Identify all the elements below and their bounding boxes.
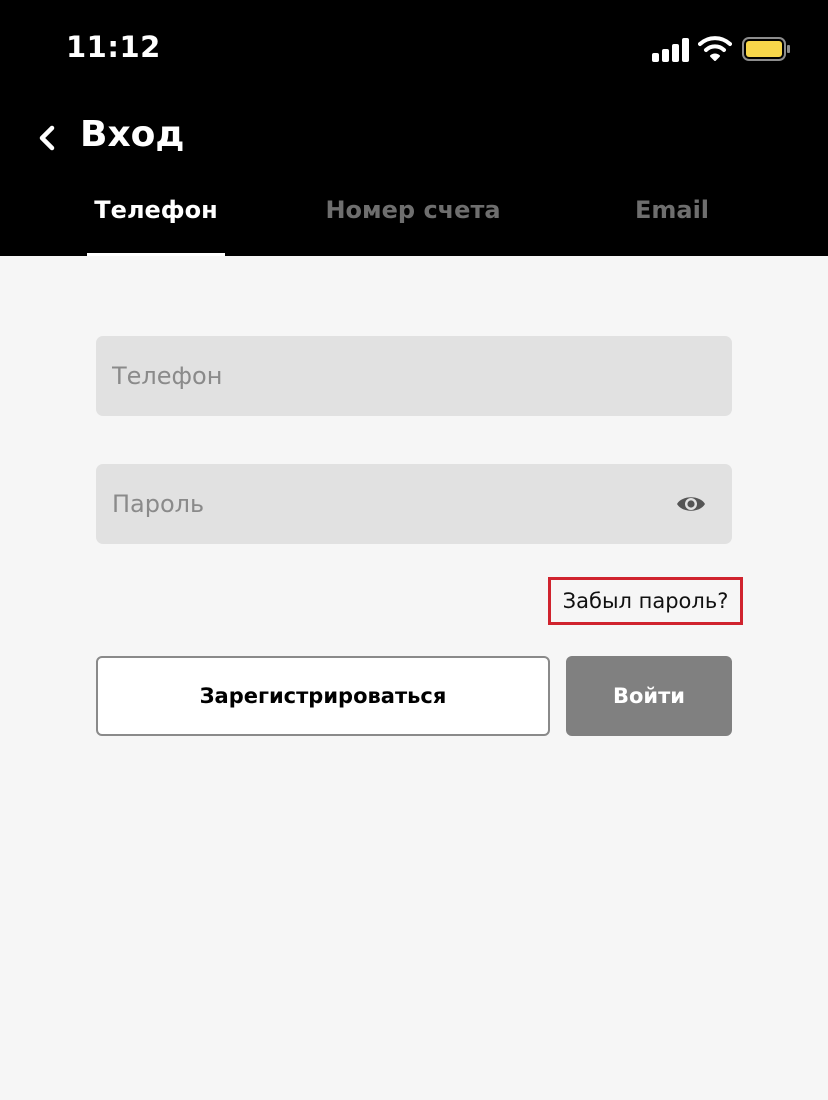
signal-icon: [652, 38, 692, 62]
password-field: [96, 464, 732, 544]
forgot-password-label: Забыл пароль?: [562, 589, 729, 613]
chevron-left-icon[interactable]: [30, 116, 66, 160]
tab-email[interactable]: Email: [618, 196, 726, 256]
tab-label: Номер счета: [325, 196, 501, 224]
page-title: Вход: [80, 114, 185, 155]
forgot-password-link[interactable]: Забыл пароль?: [548, 577, 743, 625]
login-button[interactable]: Войти: [566, 656, 732, 736]
wifi-icon: [698, 36, 732, 61]
battery-icon: [742, 37, 790, 61]
eye-icon[interactable]: [676, 491, 706, 517]
phone-input[interactable]: [96, 336, 732, 416]
header: 11:12 Вход Телефон Номер счета Email: [0, 0, 828, 256]
register-button-label: Зарегистрироваться: [199, 684, 447, 708]
status-time: 11:12: [66, 30, 161, 64]
tab-active-indicator: [87, 253, 225, 256]
register-button[interactable]: Зарегистрироваться: [96, 656, 550, 736]
phone-field: [96, 336, 732, 416]
tab-account-number[interactable]: Номер счета: [320, 196, 506, 256]
tab-phone[interactable]: Телефон: [87, 196, 225, 256]
password-input[interactable]: [96, 464, 732, 544]
tab-label: Телефон: [94, 196, 218, 224]
login-button-label: Войти: [612, 684, 686, 708]
tab-label: Email: [634, 196, 710, 224]
